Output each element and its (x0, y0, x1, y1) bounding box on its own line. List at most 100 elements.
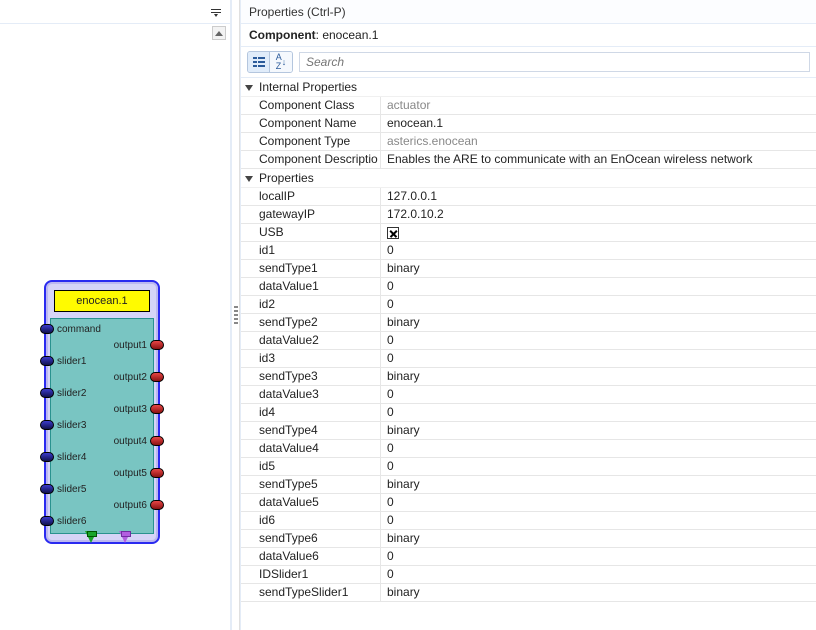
output-pin-icon[interactable] (150, 468, 164, 478)
property-group-header[interactable]: Properties (241, 169, 816, 188)
property-value[interactable]: 0 (381, 296, 816, 313)
alphabetical-view-button[interactable]: AZ↓ (270, 52, 292, 72)
collapse-caret-icon[interactable] (245, 176, 253, 182)
property-row[interactable]: id50 (241, 458, 816, 476)
property-value[interactable]: binary (381, 260, 816, 277)
property-value[interactable]: 0 (381, 350, 816, 367)
property-value[interactable]: binary (381, 422, 816, 439)
property-row[interactable]: sendType3binary (241, 368, 816, 386)
property-row[interactable]: sendType6binary (241, 530, 816, 548)
property-value[interactable]: 0 (381, 494, 816, 511)
property-row[interactable]: Component Classactuator (241, 97, 816, 115)
property-row[interactable]: dataValue60 (241, 548, 816, 566)
toolbar-overflow-icon[interactable] (208, 4, 224, 20)
property-value[interactable]: 0 (381, 332, 816, 349)
output-pin-icon[interactable] (150, 436, 164, 446)
property-key: dataValue5 (241, 494, 381, 511)
property-value[interactable]: asterics.enocean (381, 133, 816, 150)
property-value[interactable]: 0 (381, 458, 816, 475)
output-pin-icon[interactable] (150, 500, 164, 510)
property-row[interactable]: id40 (241, 404, 816, 422)
property-group-header[interactable]: Internal Properties (241, 78, 816, 97)
property-row[interactable]: Component DescriptioEnables the ARE to c… (241, 151, 816, 169)
property-value[interactable]: 0 (381, 386, 816, 403)
property-value[interactable]: 0 (381, 242, 816, 259)
property-row[interactable]: Component Nameenocean.1 (241, 115, 816, 133)
property-row[interactable]: sendType2binary (241, 314, 816, 332)
input-port[interactable]: slider6 (51, 513, 153, 529)
property-value[interactable]: 0 (381, 404, 816, 421)
output-port[interactable]: output5 (51, 465, 153, 481)
input-port[interactable]: slider1 (51, 353, 153, 369)
input-port[interactable]: slider4 (51, 449, 153, 465)
property-row[interactable]: localIP127.0.0.1 (241, 188, 816, 206)
output-port[interactable]: output2 (51, 369, 153, 385)
input-pin-icon[interactable] (40, 420, 54, 430)
search-input[interactable] (299, 52, 810, 72)
component-block[interactable]: enocean.1 commandoutput1slider1output2sl… (44, 280, 160, 544)
event-listener-port-icon[interactable] (85, 531, 97, 543)
property-row[interactable]: sendType4binary (241, 422, 816, 440)
input-port[interactable]: command (51, 321, 153, 337)
input-port[interactable]: slider3 (51, 417, 153, 433)
property-value[interactable]: binary (381, 584, 816, 601)
property-value[interactable]: binary (381, 314, 816, 331)
property-value[interactable] (381, 224, 816, 241)
property-row[interactable]: id10 (241, 242, 816, 260)
property-value[interactable]: 172.0.10.2 (381, 206, 816, 223)
property-value[interactable]: binary (381, 368, 816, 385)
output-pin-icon[interactable] (150, 404, 164, 414)
property-row[interactable]: id20 (241, 296, 816, 314)
output-port[interactable]: output1 (51, 337, 153, 353)
input-pin-icon[interactable] (40, 324, 54, 334)
property-row[interactable]: IDSlider10 (241, 566, 816, 584)
property-row[interactable]: sendType5binary (241, 476, 816, 494)
property-key: sendType6 (241, 530, 381, 547)
output-pin-icon[interactable] (150, 372, 164, 382)
input-pin-icon[interactable] (40, 484, 54, 494)
property-value[interactable]: 0 (381, 278, 816, 295)
property-value[interactable]: 0 (381, 566, 816, 583)
categorized-view-button[interactable] (248, 52, 270, 72)
output-port[interactable]: output6 (51, 497, 153, 513)
property-row[interactable]: Component Typeasterics.enocean (241, 133, 816, 151)
property-row[interactable]: id30 (241, 350, 816, 368)
property-row[interactable]: gatewayIP172.0.10.2 (241, 206, 816, 224)
input-port[interactable]: slider2 (51, 385, 153, 401)
property-row[interactable]: sendTypeSlider1binary (241, 584, 816, 602)
property-row[interactable]: dataValue40 (241, 440, 816, 458)
property-row[interactable]: dataValue20 (241, 332, 816, 350)
output-pin-icon[interactable] (150, 340, 164, 350)
property-row[interactable]: dataValue10 (241, 278, 816, 296)
property-value[interactable]: actuator (381, 97, 816, 114)
canvas-scrollbar[interactable] (212, 26, 228, 628)
property-value[interactable]: binary (381, 476, 816, 493)
property-row[interactable]: dataValue30 (241, 386, 816, 404)
input-pin-icon[interactable] (40, 516, 54, 526)
property-value[interactable]: 0 (381, 548, 816, 565)
property-value[interactable]: 0 (381, 512, 816, 529)
panel-splitter[interactable] (232, 0, 240, 630)
property-row[interactable]: id60 (241, 512, 816, 530)
property-row[interactable]: USB (241, 224, 816, 242)
property-value[interactable]: enocean.1 (381, 115, 816, 132)
property-value[interactable]: 127.0.0.1 (381, 188, 816, 205)
input-port[interactable]: slider5 (51, 481, 153, 497)
checkbox-checked-icon[interactable] (387, 227, 399, 239)
input-pin-icon[interactable] (40, 356, 54, 366)
collapse-caret-icon[interactable] (245, 85, 253, 91)
property-value[interactable]: binary (381, 530, 816, 547)
input-pin-icon[interactable] (40, 452, 54, 462)
property-row[interactable]: dataValue50 (241, 494, 816, 512)
property-value[interactable]: Enables the ARE to communicate with an E… (381, 151, 816, 168)
scroll-up-button[interactable] (212, 26, 226, 40)
event-trigger-port-icon[interactable] (119, 531, 131, 543)
input-pin-icon[interactable] (40, 388, 54, 398)
property-row[interactable]: sendType1binary (241, 260, 816, 278)
property-key: Component Name (241, 115, 381, 132)
output-port[interactable]: output4 (51, 433, 153, 449)
port-label: output1 (112, 340, 149, 351)
output-port[interactable]: output3 (51, 401, 153, 417)
property-value[interactable]: 0 (381, 440, 816, 457)
canvas-area[interactable]: enocean.1 commandoutput1slider1output2sl… (0, 24, 230, 630)
